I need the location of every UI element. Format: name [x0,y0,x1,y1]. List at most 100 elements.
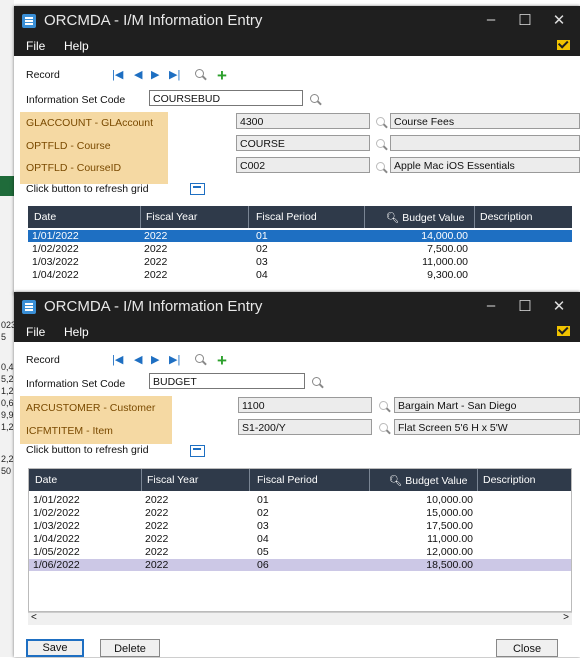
table-row[interactable]: 1/04/2022 2022 04 11,000.00 [29,533,571,545]
column-separator [249,469,250,491]
table-row[interactable]: 1/04/2022 2022 04 9,300.00 [28,269,572,281]
field-description: Bargain Mart - San Diego [394,397,580,413]
cell-year: 2022 [144,230,168,242]
column-header-date[interactable]: Date [34,211,56,223]
delete-button[interactable]: Delete [100,639,160,657]
column-header-budget-value[interactable]: 🔍︎ Budget Value [389,474,468,487]
table-row[interactable]: 1/05/2022 2022 05 12,000.00 [29,546,571,558]
finder-icon[interactable] [376,139,385,148]
add-record-icon[interactable]: + [217,352,227,369]
finder-icon[interactable] [376,162,385,171]
cell-date: 1/05/2022 [33,546,80,558]
previous-record-icon[interactable]: ◀ [134,353,142,366]
add-record-icon[interactable]: + [217,67,227,84]
table-row[interactable]: 1/06/2022 2022 06 18,500.00 [29,559,571,571]
field-value[interactable]: 1100 [238,397,372,413]
next-record-icon[interactable]: ▶ [151,353,159,366]
cell-period: 04 [256,269,268,281]
refresh-grid-label: Click button to refresh grid [26,183,149,195]
close-window-button[interactable]: ✕ [544,297,574,315]
im-entry-window-coursebud: ORCMDA - I/M Information Entry – ☐ ✕ Fil… [14,6,580,295]
close-window-button[interactable]: ✕ [544,11,574,29]
info-set-finder-icon[interactable] [312,377,321,386]
refresh-grid-icon[interactable] [190,183,205,195]
budget-grid: Date Fiscal Year Fiscal Period 🔍︎ Budget… [28,468,572,612]
cell-year: 2022 [145,494,169,506]
maximize-button[interactable]: ☐ [510,11,540,29]
table-row[interactable]: 1/02/2022 2022 02 7,500.00 [28,243,572,255]
search-icon[interactable] [195,354,204,363]
menu-help[interactable]: Help [64,325,89,339]
background-green-bar [0,176,14,196]
save-button[interactable]: Save [26,639,84,657]
column-header-fiscal-period[interactable]: Fiscal Period [257,474,318,486]
scroll-right-icon[interactable]: > [563,612,569,623]
cell-date: 1/04/2022 [33,533,80,545]
field-value[interactable]: COURSE [236,135,370,151]
field-value[interactable]: S1-200/Y [238,419,372,435]
column-header-fiscal-year[interactable]: Fiscal Year [146,211,197,223]
finder-icon[interactable] [376,117,385,126]
search-icon[interactable] [195,69,204,78]
cell-budget-value: 14,000.00 [421,230,468,242]
record-label: Record [26,354,60,366]
menu-file[interactable]: File [26,39,45,53]
window-title: ORCMDA - I/M Information Entry [44,12,263,29]
column-header-fiscal-year[interactable]: Fiscal Year [147,474,198,486]
last-record-icon[interactable]: ▶| [169,68,180,81]
field-description: Flat Screen 5'6 H x 5'W [394,419,580,435]
field-label: ARCUSTOMER - Customer [26,402,156,414]
table-row[interactable]: 1/02/2022 2022 02 15,000.00 [29,507,571,519]
column-header-budget-value[interactable]: 🔍︎ Budget Value [386,211,465,224]
info-set-code-field[interactable]: BUDGET [149,373,305,389]
last-record-icon[interactable]: ▶| [169,353,180,366]
scroll-left-icon[interactable]: < [31,612,37,623]
field-label: ICFMTITEM - Item [26,425,113,437]
minimize-button[interactable]: – [476,11,506,28]
first-record-icon[interactable]: |◀ [112,68,123,81]
info-set-code-field[interactable]: COURSEBUD [149,90,303,106]
field-label: GLACCOUNT - GLAccount [26,117,154,129]
field-value[interactable]: 4300 [236,113,370,129]
background-text: 50 [1,466,12,476]
refresh-grid-icon[interactable] [190,445,205,457]
info-set-finder-icon[interactable] [310,94,319,103]
cell-year: 2022 [145,559,169,571]
column-header-fiscal-period[interactable]: Fiscal Period [256,211,317,223]
cell-year: 2022 [144,256,168,268]
column-header-description[interactable]: Description [480,211,533,223]
close-button[interactable]: Close [496,639,558,657]
finder-icon[interactable] [379,423,388,432]
cell-period: 06 [257,559,269,571]
record-label: Record [26,69,60,81]
cell-budget-value: 11,000.00 [427,533,473,545]
menu-file[interactable]: File [26,325,45,339]
finder-icon[interactable] [379,401,388,410]
mail-icon[interactable] [557,326,570,336]
column-header-description[interactable]: Description [483,474,536,486]
next-record-icon[interactable]: ▶ [151,68,159,81]
maximize-button[interactable]: ☐ [510,297,540,315]
column-separator [248,206,249,228]
cell-date: 1/02/2022 [33,507,80,519]
background-text: 2,2 [1,454,14,464]
cell-budget-value: 11,000.00 [422,256,468,268]
first-record-icon[interactable]: |◀ [112,353,123,366]
cell-date: 1/03/2022 [33,520,80,532]
table-row[interactable]: 1/01/2022 2022 01 14,000.00 [28,230,572,242]
background-text: 0,6 [1,398,14,408]
column-header-label: Budget Value [405,475,468,487]
previous-record-icon[interactable]: ◀ [134,68,142,81]
table-row[interactable]: 1/03/2022 2022 03 17,500.00 [29,520,571,532]
cell-budget-value: 12,000.00 [426,546,473,558]
table-row[interactable]: 1/03/2022 2022 03 11,000.00 [28,256,572,268]
horizontal-scrollbar[interactable]: < > [28,612,572,625]
column-header-date[interactable]: Date [35,474,57,486]
cell-budget-value: 9,300.00 [427,269,468,281]
mail-icon[interactable] [557,40,570,50]
table-row[interactable]: 1/01/2022 2022 01 10,000.00 [29,494,571,506]
field-value[interactable]: C002 [236,157,370,173]
title-bar: ORCMDA - I/M Information Entry – ☐ ✕ [14,6,580,36]
menu-help[interactable]: Help [64,39,89,53]
minimize-button[interactable]: – [476,297,506,314]
